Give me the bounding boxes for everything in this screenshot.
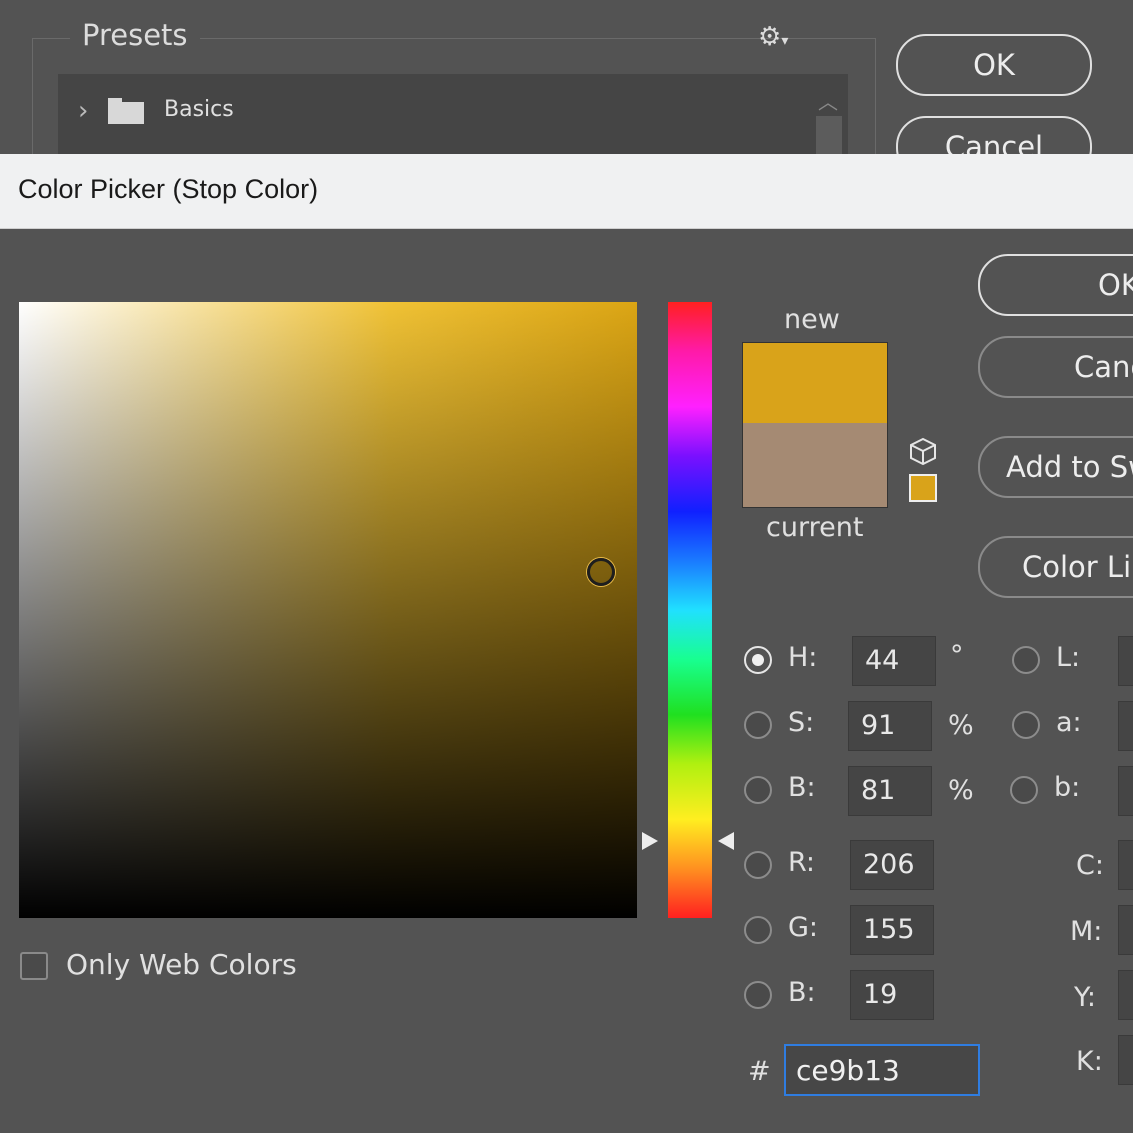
cyan-label: C: xyxy=(1076,850,1104,881)
dialog-title: Color Picker (Stop Color) xyxy=(18,174,319,204)
web-safe-color-swatch[interactable] xyxy=(909,474,937,502)
red-input[interactable]: 206 xyxy=(850,840,934,890)
cancel-button[interactable]: Canc xyxy=(978,336,1133,398)
only-web-colors-label[interactable]: Only Web Colors xyxy=(66,948,297,981)
yellow-label: Y: xyxy=(1074,982,1097,1013)
hue-input[interactable]: 44 xyxy=(852,636,936,686)
chevron-right-icon[interactable]: › xyxy=(78,96,88,126)
hue-label: H: xyxy=(788,642,818,673)
new-color-swatch xyxy=(743,343,887,423)
saturation-unit: % xyxy=(948,710,974,741)
radio-hue[interactable] xyxy=(744,646,772,674)
radio-red[interactable] xyxy=(744,851,772,879)
green-label: G: xyxy=(788,912,819,943)
hue-slider-left-handle[interactable] xyxy=(642,832,658,850)
ok-button[interactable]: OK xyxy=(978,254,1133,316)
cube-icon[interactable] xyxy=(908,436,938,466)
lab-a-label: a: xyxy=(1056,707,1082,738)
gear-icon[interactable]: ⚙▾ xyxy=(758,22,788,52)
radio-blue[interactable] xyxy=(744,981,772,1009)
hue-slider[interactable] xyxy=(668,302,712,918)
red-label: R: xyxy=(788,847,816,878)
brightness-unit: % xyxy=(948,775,974,806)
degree-unit: ° xyxy=(950,640,964,671)
radio-lightness[interactable] xyxy=(1012,646,1040,674)
radio-lab-b[interactable] xyxy=(1010,776,1038,804)
hex-input[interactable] xyxy=(784,1044,980,1096)
cyan-input[interactable] xyxy=(1118,840,1133,890)
folder-icon xyxy=(108,98,144,124)
only-web-colors-checkbox[interactable] xyxy=(20,952,48,980)
lab-b-input[interactable] xyxy=(1118,766,1133,816)
blue-input[interactable]: 19 xyxy=(850,970,934,1020)
yellow-input[interactable] xyxy=(1118,970,1133,1020)
brightness-label: B: xyxy=(788,772,816,803)
saturation-label: S: xyxy=(788,707,815,738)
magenta-input[interactable] xyxy=(1118,905,1133,955)
scroll-up-icon[interactable]: ︿ xyxy=(818,86,838,115)
gradient-editor-dialog: Presets ⚙▾ › Basics ︿ OK Cancel xyxy=(0,0,1133,179)
brightness-input[interactable]: 81 xyxy=(848,766,932,816)
blue-label: B: xyxy=(788,977,816,1008)
radio-saturation[interactable] xyxy=(744,711,772,739)
lightness-label: L: xyxy=(1056,642,1081,673)
hex-hash-label: # xyxy=(748,1056,771,1087)
add-to-swatches-button[interactable]: Add to Sw xyxy=(978,436,1133,498)
black-input[interactable] xyxy=(1118,1035,1133,1085)
new-color-label: new xyxy=(784,304,840,335)
presets-label: Presets xyxy=(70,18,200,52)
black-label: K: xyxy=(1076,1046,1103,1077)
color-comparison-swatch xyxy=(742,342,888,508)
magenta-label: M: xyxy=(1070,916,1103,947)
color-field-marker[interactable] xyxy=(587,558,615,586)
lab-b-label: b: xyxy=(1054,772,1081,803)
color-libraries-button[interactable]: Color Lib xyxy=(978,536,1133,598)
lab-a-input[interactable] xyxy=(1118,701,1133,751)
lightness-input[interactable] xyxy=(1118,636,1133,686)
gradient-ok-button[interactable]: OK xyxy=(896,34,1092,96)
current-color-swatch[interactable] xyxy=(743,423,887,507)
radio-green[interactable] xyxy=(744,916,772,944)
green-input[interactable]: 155 xyxy=(850,905,934,955)
saturation-input[interactable]: 91 xyxy=(848,701,932,751)
radio-lab-a[interactable] xyxy=(1012,711,1040,739)
radio-brightness[interactable] xyxy=(744,776,772,804)
preset-folder-basics[interactable]: Basics xyxy=(164,97,234,122)
color-picker-dialog: Color Picker (Stop Color) new current OK… xyxy=(0,154,1133,1133)
current-color-label: current xyxy=(766,512,864,543)
title-bar[interactable]: Color Picker (Stop Color) xyxy=(0,154,1133,229)
hue-slider-right-handle[interactable] xyxy=(718,832,734,850)
color-field[interactable] xyxy=(19,302,637,918)
